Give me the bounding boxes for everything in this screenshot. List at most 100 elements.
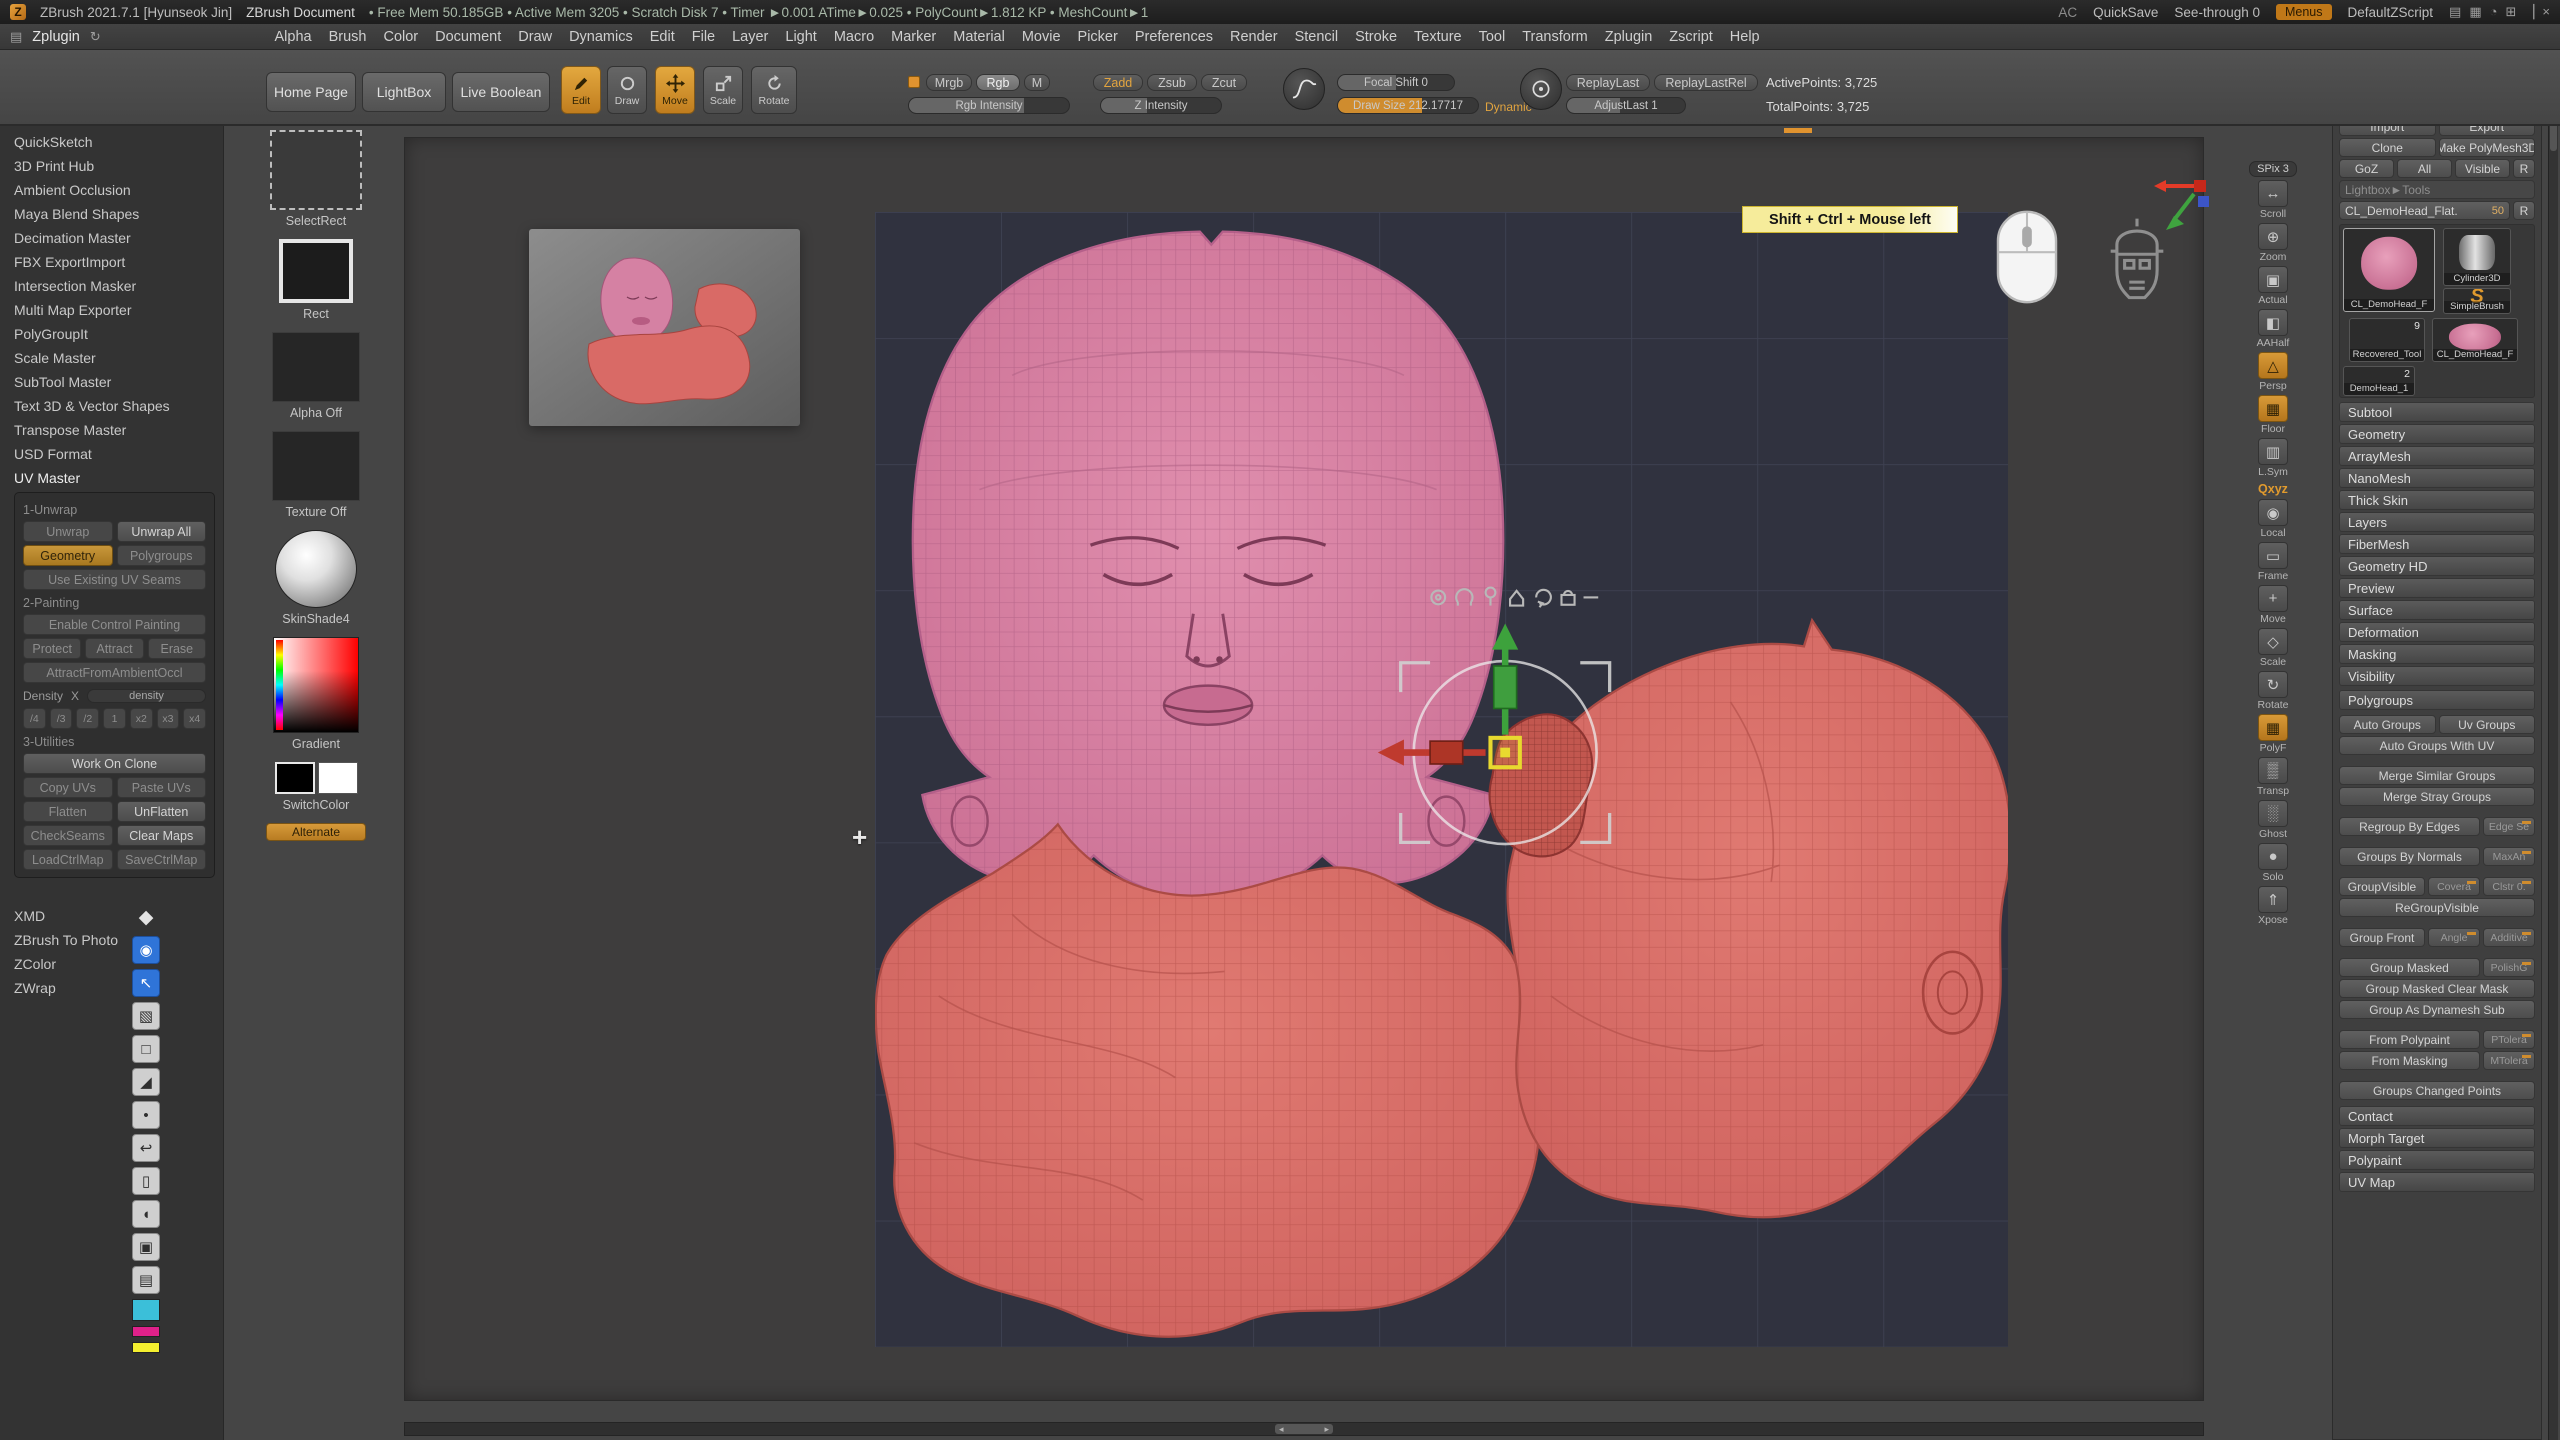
menu-item[interactable]: Picker: [1069, 29, 1126, 45]
goz-all-button[interactable]: All: [2397, 159, 2452, 178]
SimpleBrush[interactable]: SimpleBrush: [2443, 288, 2511, 314]
attract-from-ambient-occlusion-button[interactable]: AttractFromAmbientOccl: [23, 662, 206, 683]
m-tolerance-slider[interactable]: MTolera: [2483, 1051, 2535, 1070]
density-multiplier-button[interactable]: /4: [23, 708, 46, 729]
rotate-button[interactable]: Rotate: [751, 66, 797, 114]
right-shelf-icon[interactable]: ▣: [2258, 266, 2288, 293]
tool-section-header[interactable]: FiberMesh: [2339, 534, 2535, 554]
zplugin-menu-item[interactable]: USD Format: [0, 442, 223, 466]
dot-icon[interactable]: •: [132, 1101, 160, 1129]
right-shelf-icon[interactable]: △: [2258, 352, 2288, 379]
right-shelf-icon[interactable]: ▦: [2258, 395, 2288, 422]
attract-button[interactable]: Attract: [85, 638, 143, 659]
yellow-swatch[interactable]: [132, 1342, 160, 1353]
layout-icon[interactable]: ▤: [2449, 4, 2461, 20]
regroup-by-edges-button[interactable]: Regroup By Edges: [2339, 817, 2480, 836]
goz-visible-button[interactable]: Visible: [2455, 159, 2510, 178]
CL_DemoHead_F[interactable]: CL_DemoHead_F: [2343, 228, 2435, 312]
CL_DemoHead_F[interactable]: CL_DemoHead_F: [2432, 318, 2518, 362]
floor-button[interactable]: ▦ Floor: [2250, 395, 2296, 435]
menu-item[interactable]: Document: [427, 29, 510, 45]
flatten-button[interactable]: Flatten: [23, 801, 113, 822]
zplugin-menu-item[interactable]: PolyGroupIt: [0, 322, 223, 346]
aahalf-button[interactable]: ◧ AAHalf: [2250, 309, 2296, 349]
density-multiplier-button[interactable]: x2: [130, 708, 153, 729]
rgb-button[interactable]: Rgb: [976, 74, 1020, 91]
DemoHead_1[interactable]: 2 DemoHead_1: [2343, 366, 2415, 396]
scale-button[interactable]: Scale: [703, 66, 743, 114]
local-symmetry-button[interactable]: ▥ L.Sym: [2250, 438, 2296, 478]
auto-groups-button[interactable]: Auto Groups: [2339, 715, 2436, 734]
tool-r-button[interactable]: R: [2513, 201, 2535, 220]
menu-item[interactable]: Stencil: [1286, 29, 1347, 45]
menu-item[interactable]: Draw: [510, 29, 561, 45]
from-polypaint-button[interactable]: From Polypaint: [2339, 1030, 2480, 1049]
eye-icon[interactable]: ◉: [132, 936, 160, 964]
zplugin-menu-item[interactable]: Multi Map Exporter: [0, 298, 223, 322]
right-shelf-icon[interactable]: ▦: [2258, 714, 2288, 741]
tool-section-header[interactable]: Subtool: [2339, 402, 2535, 422]
depth-cursor-icon[interactable]: [1520, 68, 1562, 110]
move-button[interactable]: Move: [655, 66, 695, 114]
menu-item[interactable]: Zplugin: [1596, 29, 1661, 45]
menu-item[interactable]: Material: [945, 29, 1014, 45]
enable-control-painting-button[interactable]: Enable Control Painting: [23, 614, 206, 635]
tool-section-header[interactable]: UV Map: [2339, 1172, 2535, 1192]
menu-item[interactable]: Movie: [1013, 29, 1069, 45]
zplugin-menu-item[interactable]: Maya Blend Shapes: [0, 202, 223, 226]
group-masked-button[interactable]: Group Masked: [2339, 958, 2480, 977]
m-button[interactable]: M: [1024, 74, 1050, 91]
coverage-slider[interactable]: Covera: [2428, 877, 2480, 896]
draw-size-slider[interactable]: Draw Size 212.17717: [1337, 97, 1479, 114]
right-shelf-icon[interactable]: +: [2258, 585, 2288, 612]
tool-section-header[interactable]: Surface: [2339, 600, 2535, 620]
menu-item[interactable]: Marker: [883, 29, 945, 45]
uv-island-face[interactable]: [913, 232, 1503, 900]
zplugin-menu-item[interactable]: Ambient Occlusion: [0, 178, 223, 202]
brush-icon[interactable]: ▧: [132, 1002, 160, 1030]
frame-button[interactable]: ▭ Frame: [2250, 542, 2296, 582]
right-shelf-icon[interactable]: ◇: [2258, 628, 2288, 655]
tool-section-header[interactable]: Morph Target: [2339, 1128, 2535, 1148]
trash-icon[interactable]: ▯: [132, 1167, 160, 1195]
menu-item[interactable]: Brush: [320, 29, 375, 45]
regroup-visible-button[interactable]: ReGroupVisible: [2339, 898, 2535, 917]
scale-button[interactable]: ◇ Scale: [2250, 628, 2296, 668]
persp-button[interactable]: △ Persp: [2250, 352, 2296, 392]
solo-button[interactable]: ● Solo: [2250, 843, 2296, 883]
zplugin-menu-item[interactable]: Intersection Masker: [0, 274, 223, 298]
density-multiplier-button[interactable]: x4: [183, 708, 206, 729]
polygroups-toggle[interactable]: Polygroups: [117, 545, 207, 566]
stroke-curve-icon[interactable]: [1283, 68, 1325, 110]
polish-slider[interactable]: PolishG: [2483, 958, 2535, 977]
magenta-swatch[interactable]: [132, 1326, 160, 1337]
clone-button[interactable]: Clone: [2339, 138, 2436, 157]
selectrect-brush-button[interactable]: [270, 130, 362, 210]
scroll-left-arrow[interactable]: ◂: [1279, 1424, 1284, 1435]
max-angle-slider[interactable]: MaxAn: [2483, 847, 2535, 866]
gizmo-y-handle[interactable]: [1494, 666, 1517, 708]
p-tolerance-slider[interactable]: PTolera: [2483, 1030, 2535, 1049]
right-shelf-icon[interactable]: ↻: [2258, 671, 2288, 698]
work-on-clone-button[interactable]: Work On Clone: [23, 753, 206, 774]
menu-item[interactable]: Texture: [1406, 29, 1471, 45]
right-shelf-icon[interactable]: ▥: [2258, 438, 2288, 465]
groups-changed-points-button[interactable]: Groups Changed Points: [2339, 1081, 2535, 1100]
clear-maps-button[interactable]: Clear Maps: [117, 825, 207, 846]
group-as-dynamesh-sub-button[interactable]: Group As Dynamesh Sub: [2339, 1000, 2535, 1019]
spix-slider[interactable]: SPix 3: [2250, 160, 2296, 177]
lightbox-button[interactable]: LightBox: [362, 72, 446, 112]
angle-slider[interactable]: Angle: [2428, 928, 2480, 947]
menu-item[interactable]: Alpha: [266, 29, 320, 45]
density-multiplier-button[interactable]: x3: [157, 708, 180, 729]
zplugin-menu-item[interactable]: QuickSketch: [0, 130, 223, 154]
mrgb-button[interactable]: Mrgb: [926, 74, 972, 91]
zsub-button[interactable]: Zsub: [1147, 74, 1197, 91]
draw-button[interactable]: Draw: [607, 66, 647, 114]
replay-last-button[interactable]: ReplayLast: [1566, 74, 1650, 91]
zplugin-menu-item[interactable]: SubTool Master: [0, 370, 223, 394]
menu-item[interactable]: Preferences: [1126, 29, 1221, 45]
undo-icon[interactable]: ↩: [132, 1134, 160, 1162]
unflatten-button[interactable]: UnFlatten: [117, 801, 207, 822]
tool-section-header[interactable]: Visibility: [2339, 666, 2535, 686]
